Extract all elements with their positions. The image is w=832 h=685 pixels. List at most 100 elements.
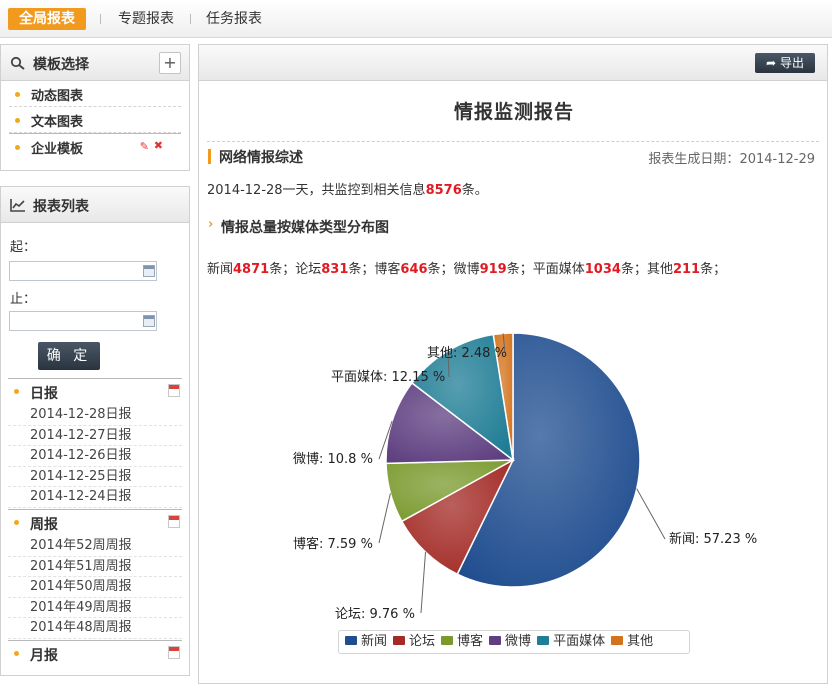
pie-leader-line [420,551,426,614]
legend-label: 论坛 [409,634,436,649]
bullet-icon [14,520,19,525]
legend-label: 新闻 [361,634,388,649]
daily-report-header[interactable]: 日报 [8,378,182,404]
breakdown-category: 博客 [374,262,401,277]
tab-task-report[interactable]: 任务报表 [206,10,262,28]
legend-item[interactable]: 平面媒体 [537,631,605,653]
template-item-dynamic-chart[interactable]: 动态图表 [9,81,181,107]
list-item[interactable]: 2014年48周周报 [8,618,182,639]
end-date-label: 止： [10,292,37,307]
section-title-distribution: 情报总量按媒体类型分布图 [221,220,389,236]
legend-label: 平面媒体 [553,634,606,649]
breakdown-unit: 条； [427,262,454,277]
media-breakdown-text: 新闻4871条；论坛831条；博客646条；微博919条；平面媒体1034条；其… [207,258,726,277]
calendar-icon[interactable] [143,265,155,277]
legend-item[interactable]: 微博 [489,631,531,653]
section-marker [208,149,211,164]
export-button[interactable]: ➦ 导出 [755,53,815,73]
breakdown-category: 论坛 [295,262,322,277]
confirm-button[interactable]: 确 定 [38,342,100,370]
calendar-icon[interactable] [143,315,155,327]
bullet-icon [14,389,19,394]
calendar-icon[interactable] [168,384,180,397]
breakdown-category: 平面媒体 [532,262,585,277]
breakdown-unit: 条； [700,262,727,277]
template-item-enterprise[interactable]: 企业模板 ✎ ✖ [9,133,181,159]
summary-prefix: 2014-12-28一天，共监控到相关信息 [207,183,426,198]
share-arrow-icon: ➦ [766,56,777,70]
legend-swatch [611,636,624,645]
breakdown-count: 831 [321,262,349,277]
list-item[interactable]: 2014年52周周报 [8,536,182,557]
breakdown-category: 其他 [646,262,673,277]
nav-divider [190,14,191,24]
list-item[interactable]: 2014-12-27日报 [8,426,182,447]
list-item[interactable]: 2014年51周周报 [8,557,182,578]
list-item[interactable]: 2014年50周周报 [8,577,182,598]
edit-pencil-icon[interactable]: ✎ [140,140,149,153]
daily-report-list: 2014-12-28日报 2014-12-27日报 2014-12-26日报 2… [8,405,182,508]
legend-swatch [393,636,406,645]
template-item-label: 企业模板 [31,142,84,157]
calendar-icon[interactable] [168,515,180,528]
breakdown-count: 4871 [233,262,270,277]
monthly-report-header[interactable]: 月报 [8,640,182,666]
breakdown-unit: 条； [269,262,296,277]
pie-slice-label: 博客: 7.59 % [293,536,373,552]
generated-date-label: 报表生成日期： [648,152,740,167]
bullet-icon [15,92,20,97]
end-date-input[interactable] [9,311,157,331]
template-item-text-chart[interactable]: 文本图表 [9,107,181,133]
divider [207,141,819,142]
pie-slice-label: 其他: 2.48 % [427,346,507,361]
report-title: 情报监测报告 [453,101,574,123]
pie-slice-label: 微博: 10.8 % [293,452,373,467]
line-chart-icon [10,199,25,212]
legend-item[interactable]: 新闻 [345,631,387,653]
weekly-report-list: 2014年52周周报 2014年51周周报 2014年50周周报 2014年49… [8,536,182,639]
list-item[interactable]: 2014-12-25日报 [8,467,182,488]
breakdown-unit: 条； [348,262,375,277]
legend-item[interactable]: 论坛 [393,631,435,653]
legend-label: 其他 [627,634,654,649]
legend-label: 微博 [505,634,532,649]
delete-x-icon[interactable]: ✖ [154,139,163,152]
search-icon [10,56,25,70]
legend-item[interactable]: 其他 [611,631,653,653]
list-item[interactable]: 2014-12-24日报 [8,487,182,508]
pie-slice-label: 新闻: 57.23 % [669,531,757,547]
breakdown-count: 646 [400,262,428,277]
list-item[interactable]: 2014-12-28日报 [8,405,182,426]
report-toolbar: ➦ 导出 [199,45,827,81]
template-item-label: 动态图表 [31,89,84,104]
template-panel: 模板选择 + 动态图表 文本图表 企业模板 ✎ ✖ [0,44,190,171]
breakdown-unit: 条； [620,262,647,277]
report-list-title: 报表列表 [33,199,89,215]
weekly-report-label: 周报 [30,517,58,533]
breakdown-category: 新闻 [207,262,234,277]
generated-date-value: 2014-12-29 [739,152,815,167]
section-title-overview: 网络情报综述 [219,150,303,166]
tab-global-report[interactable]: 全局报表 [8,8,86,30]
weekly-report-header[interactable]: 周报 [8,509,182,535]
add-template-button[interactable]: + [159,52,181,74]
tab-topic-report[interactable]: 专题报表 [118,10,174,28]
calendar-icon[interactable] [168,646,180,659]
legend-item[interactable]: 博客 [441,631,483,653]
list-item[interactable]: 2014年49周周报 [8,598,182,619]
list-item[interactable]: 2014-12-26日报 [8,446,182,467]
template-panel-header: 模板选择 + [1,45,189,81]
template-item-label: 文本图表 [31,115,84,130]
pie-leader-line [636,488,666,540]
nav-divider [100,14,101,24]
pie-chart: 新闻: 57.23 % 论坛: 9.76 % 博客: 7.59 % 微博: 10.8 … [293,332,757,622]
pie-slice-label: 平面媒体: 12.15 % [331,370,445,385]
start-date-label: 起： [10,240,37,255]
generated-date: 报表生成日期：2014-12-29 [648,148,815,167]
report-list-header: 报表列表 [1,187,189,223]
legend-swatch [537,636,550,645]
summary-count: 8576 [425,183,462,198]
legend-swatch [489,636,502,645]
start-date-input[interactable] [9,261,157,281]
pie-leader-line [378,493,391,544]
